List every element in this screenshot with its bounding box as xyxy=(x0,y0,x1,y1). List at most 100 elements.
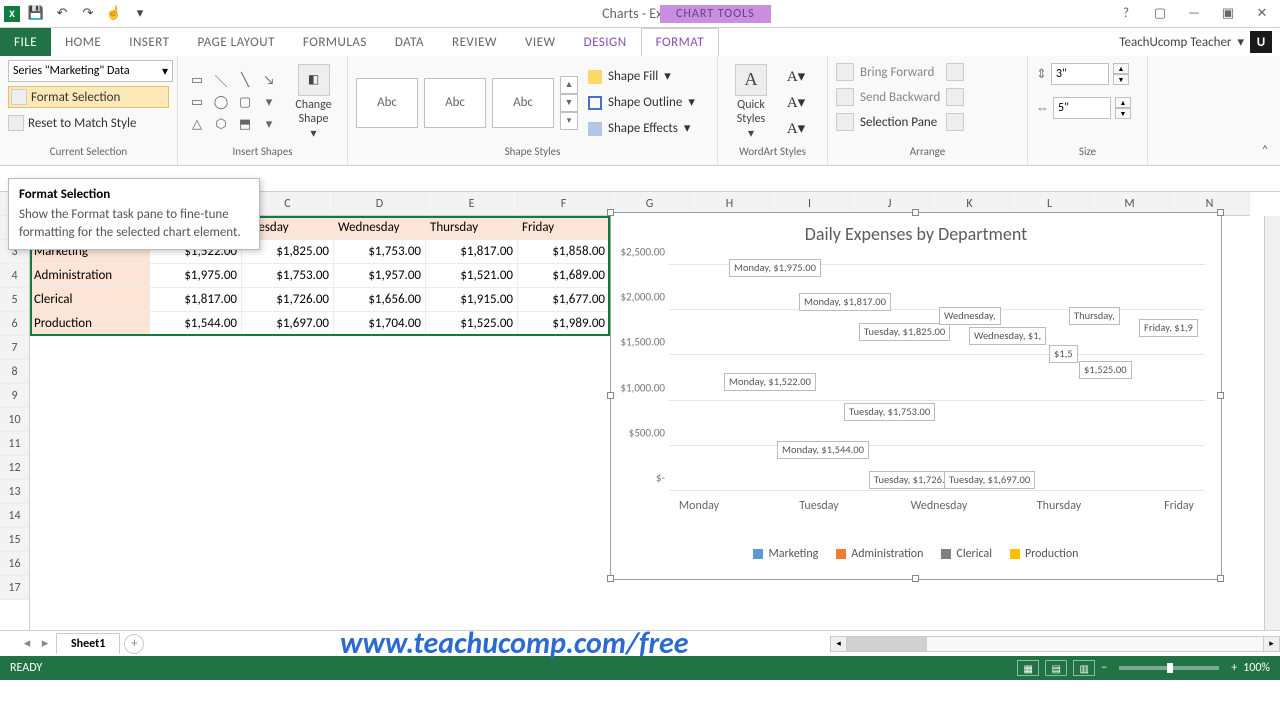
width-up-icon[interactable]: ▲ xyxy=(1115,97,1131,108)
chart-element-selector[interactable]: Series "Marketing" Data ▾ xyxy=(8,60,173,82)
tab-formulas[interactable]: FORMULAS xyxy=(289,28,381,56)
text-fill-button[interactable]: A▾ xyxy=(782,65,810,89)
help-icon[interactable]: ? xyxy=(1112,2,1140,26)
chart-data-label[interactable]: Monday, $1,817.00 xyxy=(799,293,891,311)
shape-textbox-icon[interactable]: ▭ xyxy=(186,71,208,91)
resize-handle[interactable] xyxy=(607,575,614,582)
height-down-icon[interactable]: ▼ xyxy=(1113,74,1129,85)
tab-review[interactable]: REVIEW xyxy=(438,28,511,56)
cell[interactable]: Production xyxy=(30,312,150,336)
shape-flow2-icon[interactable]: ⬒ xyxy=(234,115,256,135)
shape-triangle-icon[interactable]: △ xyxy=(186,115,208,135)
row-header[interactable]: 9 xyxy=(0,384,29,408)
cell[interactable]: Administration xyxy=(30,264,150,288)
shapes-expand-icon[interactable]: ▾ xyxy=(258,115,280,135)
resize-handle[interactable] xyxy=(1217,209,1224,216)
row-header[interactable]: 12 xyxy=(0,456,29,480)
cell[interactable]: $1,817.00 xyxy=(426,240,518,264)
shape-line2-icon[interactable]: ╲ xyxy=(234,71,256,91)
bring-forward-button[interactable]: Bring Forward xyxy=(836,60,940,84)
zoom-in-icon[interactable]: + xyxy=(1231,661,1237,675)
touchmode-icon[interactable]: ☝ xyxy=(104,4,124,24)
shape-arrow-icon[interactable]: ↘ xyxy=(258,71,280,91)
rotate-button[interactable] xyxy=(946,110,964,134)
chart-data-label[interactable]: $1,525.00 xyxy=(1079,361,1132,379)
chart-data-label[interactable]: Friday, $1,9 xyxy=(1139,319,1198,337)
row-header[interactable]: 13 xyxy=(0,480,29,504)
cell[interactable]: $1,521.00 xyxy=(426,264,518,288)
chart-data-label[interactable]: $1,5 xyxy=(1049,345,1078,363)
row-header[interactable]: 15 xyxy=(0,528,29,552)
cell[interactable]: $1,858.00 xyxy=(518,240,610,264)
view-break-icon[interactable]: ▥ xyxy=(1073,660,1095,676)
minimize-icon[interactable]: — xyxy=(1180,2,1208,26)
shape-style-gallery[interactable]: Abc Abc Abc ▲ ▼ ▾ xyxy=(356,76,578,130)
cell[interactable]: $1,753.00 xyxy=(242,264,334,288)
cell[interactable]: $1,689.00 xyxy=(518,264,610,288)
quick-styles-button[interactable]: A Quick Styles ▾ xyxy=(726,64,776,141)
shape-oval-icon[interactable]: ◯ xyxy=(210,93,232,113)
legend-item[interactable]: Marketing xyxy=(753,547,818,561)
cell[interactable]: $1,989.00 xyxy=(518,312,610,336)
tab-insert[interactable]: INSERT xyxy=(115,28,183,56)
hscroll-track[interactable] xyxy=(847,637,1263,651)
chart-legend[interactable]: Marketing Administration Clerical Productio… xyxy=(617,547,1215,561)
restore-icon[interactable]: ▣ xyxy=(1214,2,1242,26)
legend-item[interactable]: Production xyxy=(1010,547,1079,561)
zoom-slider[interactable] xyxy=(1119,666,1219,670)
cell[interactable]: $1,677.00 xyxy=(518,288,610,312)
shapes-more-icon[interactable]: ▾ xyxy=(258,93,280,113)
chart-data-label[interactable]: Monday, $1,975.00 xyxy=(729,259,821,277)
style-swatch-2[interactable]: Abc xyxy=(424,78,486,128)
shape-effects-button[interactable]: Shape Effects ▾ xyxy=(588,117,695,141)
chart-data-label[interactable]: Tuesday, $1,753.00 xyxy=(844,403,935,421)
chart-data-label[interactable]: Monday, $1,544.00 xyxy=(777,441,869,459)
row-header[interactable]: 6 xyxy=(0,312,29,336)
chart-title[interactable]: Daily Expenses by Department xyxy=(617,223,1215,245)
close-icon[interactable]: ✕ xyxy=(1248,2,1276,26)
row-header[interactable]: 17 xyxy=(0,576,29,600)
tab-view[interactable]: VIEW xyxy=(511,28,570,56)
style-swatch-1[interactable]: Abc xyxy=(356,78,418,128)
change-shape-button[interactable]: ◧ Change Shape ▾ xyxy=(288,64,339,141)
zoom-thumb[interactable] xyxy=(1167,663,1173,673)
shape-line-icon[interactable]: ＼ xyxy=(210,71,232,91)
cell[interactable]: $1,817.00 xyxy=(150,288,242,312)
shape-roundrect-icon[interactable]: ▢ xyxy=(234,93,256,113)
align-button[interactable] xyxy=(946,60,964,84)
cell[interactable]: $1,697.00 xyxy=(242,312,334,336)
cell[interactable]: Friday xyxy=(518,216,610,240)
cell[interactable]: $1,753.00 xyxy=(334,240,426,264)
tab-page-layout[interactable]: PAGE LAYOUT xyxy=(184,28,289,56)
cell[interactable]: Wednesday xyxy=(334,216,426,240)
resize-handle[interactable] xyxy=(607,209,614,216)
gallery-more-icon[interactable]: ▾ xyxy=(560,112,578,130)
resize-handle[interactable] xyxy=(1217,392,1224,399)
selection-pane-button[interactable]: Selection Pane xyxy=(836,110,940,134)
cell[interactable]: Thursday xyxy=(426,216,518,240)
save-icon[interactable]: 💾 xyxy=(26,4,46,24)
legend-item[interactable]: Clerical xyxy=(941,547,992,561)
tab-home[interactable]: HOME xyxy=(51,28,115,56)
group-button[interactable] xyxy=(946,85,964,109)
row-header[interactable]: 10 xyxy=(0,408,29,432)
resize-handle[interactable] xyxy=(607,392,614,399)
shape-fill-button[interactable]: Shape Fill ▾ xyxy=(588,65,695,89)
legend-item[interactable]: Administration xyxy=(836,547,923,561)
shapes-gallery[interactable]: ▭ ＼ ╲ ↘ ▭ ◯ ▢ ▾ △ ⬡ ⬒ ▾ xyxy=(186,71,280,135)
tab-file[interactable]: FILE xyxy=(0,28,51,56)
send-backward-button[interactable]: Send Backward xyxy=(836,85,940,109)
undo-icon[interactable]: ↶ xyxy=(52,4,72,24)
gallery-up-icon[interactable]: ▲ xyxy=(560,76,578,94)
cell[interactable]: $1,656.00 xyxy=(334,288,426,312)
row-header[interactable]: 7 xyxy=(0,336,29,360)
shape-height-input[interactable] xyxy=(1051,63,1109,85)
cell[interactable]: Clerical xyxy=(30,288,150,312)
text-outline-button[interactable]: A▾ xyxy=(782,91,810,115)
hscroll-thumb[interactable] xyxy=(847,637,927,651)
tab-data[interactable]: DATA xyxy=(381,28,438,56)
tab-prev-icon[interactable]: ◂ xyxy=(20,637,34,651)
resize-handle[interactable] xyxy=(1217,575,1224,582)
cell[interactable]: $1,975.00 xyxy=(150,264,242,288)
zoom-out-icon[interactable]: − xyxy=(1101,661,1107,675)
